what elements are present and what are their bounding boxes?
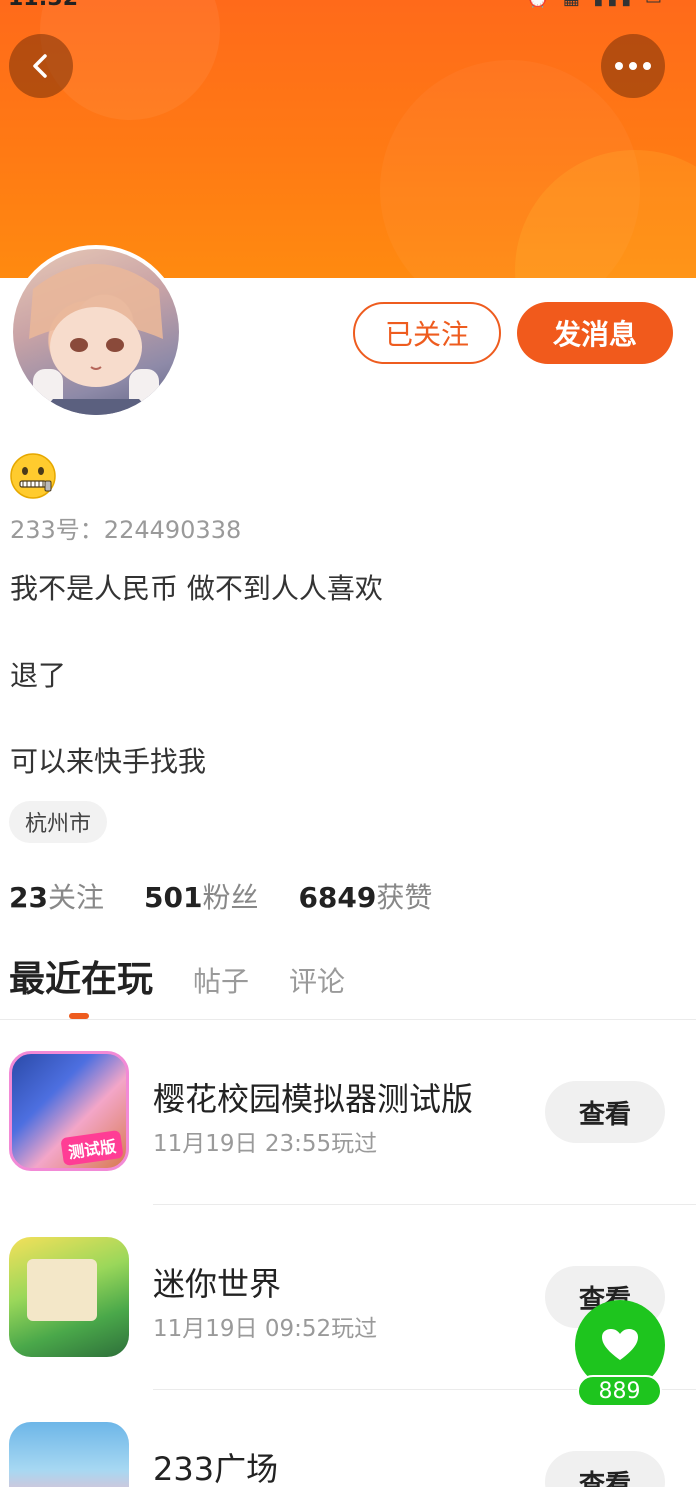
stat-label: 粉丝 bbox=[202, 881, 259, 914]
bio-line: 退了 bbox=[10, 659, 67, 692]
game-title: 樱花校园模拟器测试版 bbox=[153, 1080, 474, 1118]
view-button[interactable]: 查看 bbox=[545, 1081, 665, 1143]
stat-fans[interactable]: 501 粉丝 bbox=[144, 876, 258, 916]
profile-stats: 23 关注 501 粉丝 6849 获赞 bbox=[9, 876, 472, 916]
game-title: 迷你世界 bbox=[153, 1265, 282, 1303]
tab-posts[interactable]: 帖子 bbox=[193, 960, 249, 1000]
view-button[interactable]: 查看 bbox=[545, 1451, 665, 1487]
more-dots-icon bbox=[615, 62, 651, 70]
stat-label: 关注 bbox=[47, 881, 104, 914]
game-title: 233广场 bbox=[153, 1450, 279, 1487]
followed-button[interactable]: 已关注 bbox=[353, 302, 501, 364]
plaza-game-icon bbox=[9, 1422, 129, 1487]
mini-world-character bbox=[27, 1259, 97, 1321]
avatar-image bbox=[13, 249, 179, 415]
test-version-badge: 测试版 bbox=[60, 1129, 124, 1167]
stat-value: 23 bbox=[9, 881, 48, 914]
heart-icon bbox=[602, 1329, 638, 1360]
game-played-time: 11月19日 23:55玩过 bbox=[153, 1131, 378, 1157]
stat-label: 获赞 bbox=[376, 881, 433, 914]
like-count: 889 bbox=[577, 1375, 662, 1407]
send-message-button[interactable]: 发消息 bbox=[517, 302, 673, 364]
stat-value: 501 bbox=[143, 881, 203, 914]
sakura-game-icon: 测试版 bbox=[9, 1051, 129, 1171]
user-id: 233号：224490338 bbox=[10, 516, 242, 544]
bio-line: 可以来快手找我 bbox=[10, 745, 207, 778]
game-list-item[interactable]: 测试版 樱花校园模拟器测试版 11月19日 23:55玩过 查看 bbox=[0, 1020, 696, 1205]
zipper-mouth-emoji-icon bbox=[10, 453, 56, 499]
stat-likes[interactable]: 6849 获赞 bbox=[298, 876, 432, 916]
status-icons: ⏰ ▦ ▮▮▮ ▭ bbox=[527, 0, 666, 9]
status-bar: 11:32 ⏰ ▦ ▮▮▮ ▭ bbox=[0, 0, 696, 14]
anime-avatar-icon bbox=[29, 264, 163, 415]
avatar[interactable] bbox=[9, 245, 183, 419]
profile-banner: 11:32 ⏰ ▦ ▮▮▮ ▭ bbox=[0, 0, 696, 278]
status-time: 11:32 bbox=[8, 0, 78, 11]
more-button[interactable] bbox=[601, 34, 665, 98]
game-played-time: 11月19日 09:52玩过 bbox=[153, 1316, 378, 1342]
tab-comments[interactable]: 评论 bbox=[289, 960, 345, 1000]
location-tag: 杭州市 bbox=[9, 801, 108, 843]
bio-line: 我不是人民币 做不到人人喜欢 bbox=[10, 572, 383, 605]
back-button[interactable] bbox=[9, 34, 73, 98]
stat-following[interactable]: 23 关注 bbox=[9, 876, 104, 916]
stat-value: 6849 bbox=[298, 881, 377, 914]
tab-recently-played[interactable]: 最近在玩 bbox=[9, 950, 153, 1002]
mini-world-game-icon bbox=[9, 1237, 129, 1357]
chevron-left-icon bbox=[33, 54, 47, 78]
profile-tabs: 最近在玩 帖子 评论 bbox=[9, 950, 385, 1002]
